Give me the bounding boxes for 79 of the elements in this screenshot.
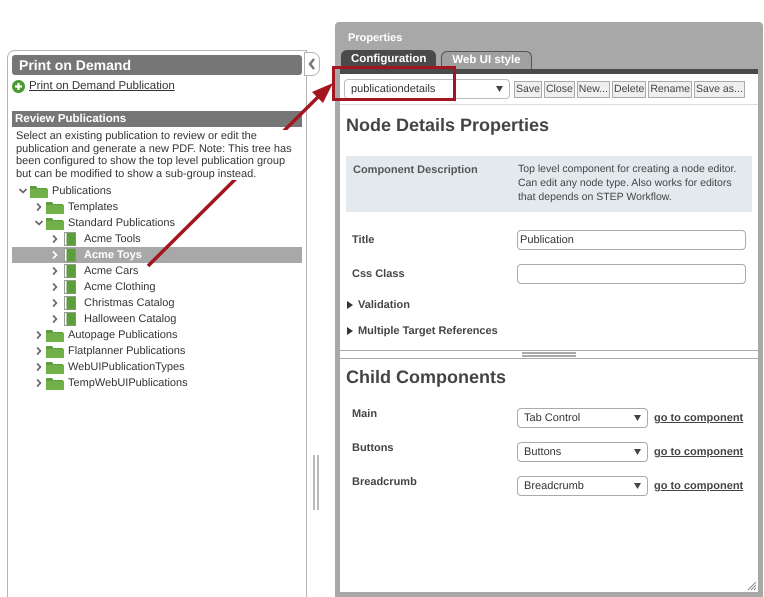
book-icon — [64, 232, 76, 246]
triangle-right-icon — [346, 301, 354, 309]
book-icon — [64, 312, 76, 326]
caret-down-icon[interactable] — [18, 186, 28, 196]
toolbar-button[interactable]: Save — [514, 80, 542, 98]
description-text: Top level component for creating a node editor. Can edit any node type. Also works for editors that depends on STEP Workflow. — [518, 162, 738, 205]
create-publication-link[interactable]: Print on Demand Publication — [12, 78, 175, 96]
section-title: Review Publications — [12, 111, 302, 128]
tree-item[interactable]: Acme Cars — [12, 263, 302, 280]
expander[interactable]: Multiple Target References — [346, 324, 498, 338]
book-icon — [64, 296, 76, 310]
field-label: Buttons — [352, 441, 395, 456]
folder-icon — [46, 344, 64, 358]
dropdown-arrow-icon — [634, 415, 641, 421]
field-label: Main — [352, 407, 378, 422]
add-icon — [12, 80, 25, 94]
expander[interactable]: Validation — [346, 298, 410, 312]
toolbar-button[interactable]: Close — [544, 80, 575, 98]
component-link[interactable]: go to component — [654, 408, 744, 428]
tree-item[interactable]: Acme Tools — [12, 231, 302, 248]
caret-right-icon[interactable] — [34, 330, 44, 340]
tree-item[interactable]: Halloween Catalog — [12, 311, 302, 328]
panel-title: Properties — [347, 31, 402, 45]
input-field[interactable]: Publication — [517, 230, 746, 250]
caret-down-icon[interactable] — [34, 218, 44, 228]
dropdown-arrow-icon — [634, 449, 641, 455]
toolbar-button[interactable]: Delete — [612, 80, 646, 98]
splitter-handle[interactable] — [313, 455, 319, 510]
tree-item[interactable]: Acme Clothing — [12, 279, 302, 296]
tree-item[interactable]: Standard Publications — [12, 215, 302, 232]
collapse-button[interactable] — [304, 52, 320, 76]
dropdown-arrow-icon — [496, 86, 503, 92]
caret-right-icon[interactable] — [50, 314, 60, 324]
folder-icon — [46, 360, 64, 374]
triangle-right-icon — [346, 327, 354, 335]
folder-icon — [46, 376, 64, 390]
caret-right-icon[interactable] — [34, 378, 44, 388]
input-field[interactable] — [517, 264, 746, 284]
description-label: Component Description — [353, 163, 479, 178]
template-dropdown[interactable]: publicationdetails — [344, 79, 510, 99]
book-icon — [64, 280, 76, 294]
caret-right-icon[interactable] — [50, 282, 60, 292]
book-icon — [64, 248, 76, 262]
folder-icon — [30, 184, 48, 198]
caret-right-icon[interactable] — [50, 234, 60, 244]
dropdown[interactable]: Tab Control — [517, 408, 648, 428]
tree-item[interactable]: Christmas Catalog — [12, 295, 302, 312]
tree-item[interactable]: TempWebUIPublications — [12, 375, 302, 392]
caret-right-icon[interactable] — [34, 362, 44, 372]
caret-right-icon[interactable] — [50, 298, 60, 308]
toolbar-button[interactable]: Rename — [648, 80, 692, 98]
panel-title: Print on Demand — [12, 55, 302, 75]
tree-item[interactable]: Templates — [12, 199, 302, 216]
toolbar-button[interactable]: New... — [576, 80, 610, 98]
tree-item[interactable]: Publications — [12, 183, 302, 200]
field-label: Css Class — [352, 266, 406, 282]
dropdown[interactable]: Buttons — [517, 442, 648, 462]
folder-icon — [46, 216, 64, 230]
chevron-left-icon — [308, 58, 316, 70]
tree-item[interactable]: Flatplanner Publications — [12, 343, 302, 360]
tree-item[interactable]: WebUIPublicationTypes — [12, 359, 302, 376]
component-link[interactable]: go to component — [654, 442, 744, 462]
section-heading: Node Details Properties — [345, 114, 550, 137]
dropdown[interactable]: Breadcrumb — [517, 476, 648, 496]
caret-right-icon[interactable] — [34, 202, 44, 212]
book-icon — [64, 264, 76, 278]
caret-right-icon[interactable] — [34, 346, 44, 356]
field-label: Title — [352, 232, 376, 248]
folder-icon — [46, 200, 64, 214]
folder-icon — [46, 328, 64, 342]
caret-right-icon[interactable] — [50, 266, 60, 276]
splitter-handle[interactable] — [522, 352, 576, 357]
section-heading: Child Components — [345, 366, 507, 389]
field-label: Breadcrumb — [352, 475, 418, 490]
resize-grip-icon[interactable] — [746, 580, 757, 591]
dropdown-arrow-icon — [634, 483, 641, 489]
component-link[interactable]: go to component — [654, 476, 744, 496]
toolbar-button[interactable]: Save as... — [694, 80, 745, 98]
tree-item[interactable]: Autopage Publications — [12, 327, 302, 344]
